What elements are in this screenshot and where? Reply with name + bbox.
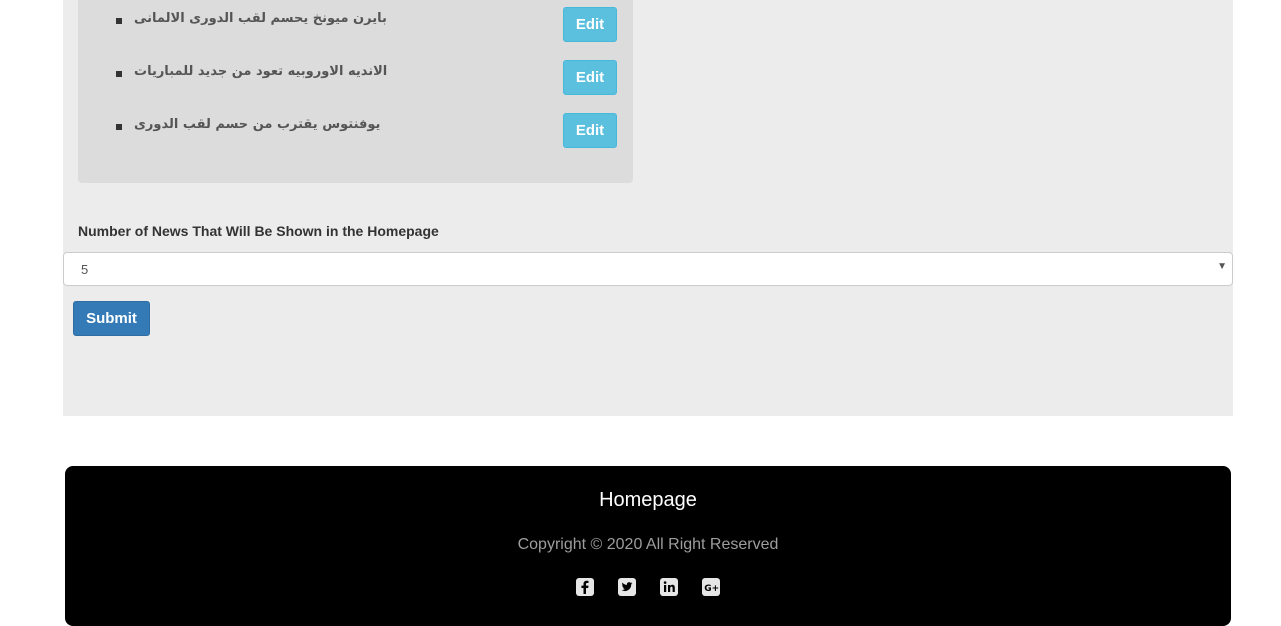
- news-title: يوفنتوس يقترب من حسم لقب الدورى: [134, 117, 381, 132]
- selected-value: 5: [81, 262, 89, 277]
- linkedin-icon[interactable]: [658, 576, 680, 598]
- footer-title[interactable]: Homepage: [65, 489, 1231, 512]
- news-count-select[interactable]: 5 ▼: [63, 252, 1233, 286]
- bullet-icon: [116, 71, 122, 77]
- facebook-icon[interactable]: [574, 576, 596, 598]
- edit-button[interactable]: Edit: [563, 60, 617, 95]
- news-list: بايرن ميونخ يحسم لقب الدورى الالمانى Edi…: [78, 0, 633, 183]
- list-item: بايرن ميونخ يحسم لقب الدورى الالمانى Edi…: [78, 7, 633, 47]
- bullet-icon: [116, 18, 122, 24]
- chevron-down-icon: ▼: [1217, 261, 1227, 272]
- list-item: يوفنتوس يقترب من حسم لقب الدورى Edit: [78, 113, 633, 153]
- footer: Homepage Copyright © 2020 All Right Rese…: [65, 466, 1231, 626]
- news-title: الانديه الاوروبيه تعود من جديد للمباريات: [134, 64, 388, 79]
- twitter-icon[interactable]: [616, 576, 638, 598]
- bullet-icon: [116, 124, 122, 130]
- admin-panel: بايرن ميونخ يحسم لقب الدورى الالمانى Edi…: [63, 0, 1233, 416]
- news-title: بايرن ميونخ يحسم لقب الدورى الالمانى: [134, 11, 387, 26]
- edit-button[interactable]: Edit: [563, 7, 617, 42]
- google-plus-icon[interactable]: G+: [700, 576, 722, 598]
- submit-button[interactable]: Submit: [73, 301, 150, 336]
- list-item: الانديه الاوروبيه تعود من جديد للمباريات…: [78, 60, 633, 100]
- social-links: G+: [65, 576, 1231, 598]
- svg-text:G+: G+: [704, 584, 719, 594]
- copyright-text: Copyright © 2020 All Right Reserved: [517, 536, 779, 553]
- edit-button[interactable]: Edit: [563, 113, 617, 148]
- news-count-label: Number of News That Will Be Shown in the…: [78, 223, 439, 239]
